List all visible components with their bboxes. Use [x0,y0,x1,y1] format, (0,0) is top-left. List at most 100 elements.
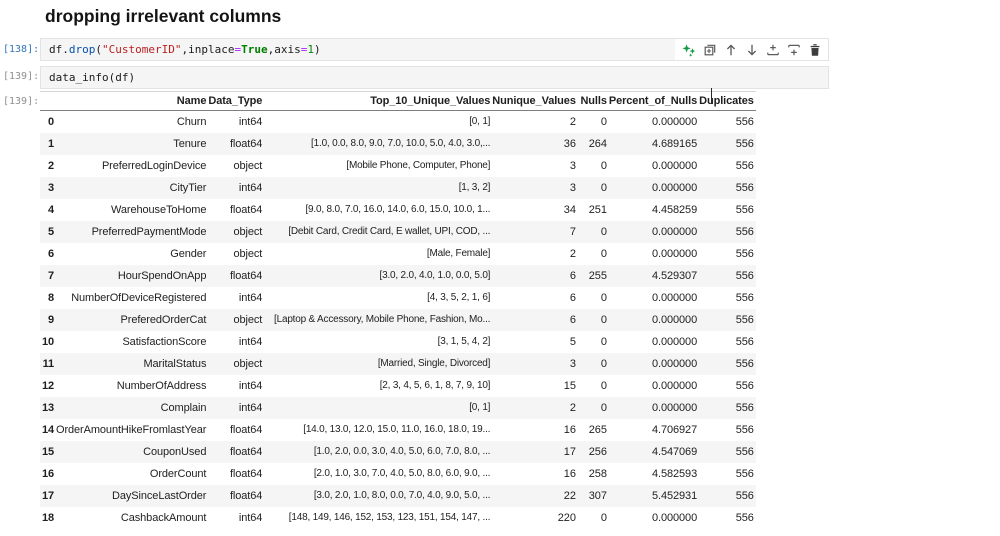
cell: int64 [208,111,264,133]
row-index: 1 [40,133,56,155]
cell: [1.0, 2.0, 0.0, 3.0, 4.0, 5.0, 6.0, 7.0,… [264,441,492,463]
cell: float64 [208,463,264,485]
cell: 16 [492,419,578,441]
cell: 7 [492,221,578,243]
cell: [14.0, 13.0, 12.0, 15.0, 11.0, 16.0, 18.… [264,419,492,441]
insert-cell-above-icon [765,42,781,58]
cell: [2.0, 1.0, 3.0, 7.0, 4.0, 5.0, 8.0, 6.0,… [264,463,492,485]
table-row: 16 OrderCountfloat64[2.0, 1.0, 3.0, 7.0, … [40,463,756,485]
code-editor-138[interactable]: df.drop("CustomerID",inplace=True,axis=1… [49,39,321,60]
cell: 556 [699,331,756,353]
cell: 556 [699,441,756,463]
cell: [0, 1] [264,397,492,419]
cell: NumberOfDeviceRegistered [56,287,208,309]
input-prompt-139: [139]: [3,71,39,83]
code-token: "CustomerID" [102,43,181,56]
cell: [3.0, 2.0, 4.0, 1.0, 0.0, 5.0] [264,265,492,287]
cell: 6 [492,309,578,331]
table-row: 2PreferredLoginDeviceobject[Mobile Phone… [40,155,756,177]
cell: float64 [208,199,264,221]
duplicate-cell-icon [702,42,718,58]
table-row: 11MaritalStatusobject[Married, Single, D… [40,353,756,375]
cell: [1, 3, 2] [264,177,492,199]
cell: 255 [578,265,609,287]
cell: 0 [578,353,609,375]
section-heading: dropping irrelevant columns [45,6,281,27]
code-token: drop [69,43,96,56]
cell: 5 [492,331,578,353]
duplicate-cell-button[interactable] [701,41,718,58]
cell: 251 [578,199,609,221]
code-cell-139[interactable]: data_info(df) [40,66,829,89]
ai-sparkle-button[interactable] [680,41,697,58]
cell: 265 [578,419,609,441]
code-token: ( [95,43,102,56]
table-row: 0Churnint64[0, 1]200.000000556 [40,111,756,133]
cell-toolbar [675,39,828,60]
cell: 2 [492,243,578,265]
cell: float64 [208,485,264,507]
cell: int64 [208,397,264,419]
cell: DaySinceLastOrder [56,485,208,507]
row-index: 4 [40,199,56,221]
cell: 2 [492,397,578,419]
cell: 4.706927 [609,419,699,441]
insert-cell-above-button[interactable] [764,41,781,58]
cell: 556 [699,155,756,177]
cell: 556 [699,353,756,375]
cell: 36 [492,133,578,155]
row-index: 15 [40,441,56,463]
code-token: df. [49,43,69,56]
cell: 556 [699,309,756,331]
cell: 3 [492,155,578,177]
cell: 0 [578,375,609,397]
cell: int64 [208,507,264,529]
delete-cell-icon [807,42,823,58]
code-token: True [241,43,268,56]
move-cell-up-button[interactable] [722,41,739,58]
code-cell-138[interactable]: df.drop("CustomerID",inplace=True,axis=1… [40,38,829,61]
row-index: 14 [40,419,56,441]
cell: 0 [578,331,609,353]
cell: object [208,309,264,331]
cell: 0 [578,397,609,419]
move-cell-down-button[interactable] [743,41,760,58]
cell: 0.000000 [609,155,699,177]
cell: [Married, Single, Divorced] [264,353,492,375]
delete-cell-button[interactable] [806,41,823,58]
cell: 6 [492,287,578,309]
cell: object [208,353,264,375]
cell: 34 [492,199,578,221]
cell: CashbackAmount [56,507,208,529]
code-editor-139[interactable]: data_info(df) [49,67,135,88]
row-index: 3 [40,177,56,199]
cell: 16 [492,463,578,485]
column-header-top_10_unique_values: Top_10_Unique_Values [264,92,492,111]
input-prompt-138: [138]: [3,44,39,56]
cell: PreferedOrderCat [56,309,208,331]
cell: PreferredPaymentMode [56,221,208,243]
cell: OrderCount [56,463,208,485]
cell: 4.582593 [609,463,699,485]
cell: object [208,221,264,243]
cell: 0.000000 [609,353,699,375]
code-token: ) [314,43,321,56]
cell: CouponUsed [56,441,208,463]
cell: 256 [578,441,609,463]
insert-cell-below-button[interactable] [785,41,802,58]
table-row: 15CouponUsedfloat64[1.0, 2.0, 0.0, 3.0, … [40,441,756,463]
cell: float64 [208,441,264,463]
cell: 258 [578,463,609,485]
table-row: 9PreferedOrderCatobject[Laptop & Accesso… [40,309,756,331]
cell: float64 [208,133,264,155]
cell: object [208,243,264,265]
table-row: 14OrderAmountHikeFromlastYearfloat64[14.… [40,419,756,441]
column-header-percent_of_nulls: Percent_of_Nulls [609,92,699,111]
table-row: 6Genderobject[Male, Female]200.000000556 [40,243,756,265]
row-index: 5 [40,221,56,243]
cell: HourSpendOnApp [56,265,208,287]
cell: 0.000000 [609,177,699,199]
output-prompt-139: [139]: [3,96,39,108]
cell: [3, 1, 5, 4, 2] [264,331,492,353]
table-row: 18CashbackAmountint64[148, 149, 146, 152… [40,507,756,529]
